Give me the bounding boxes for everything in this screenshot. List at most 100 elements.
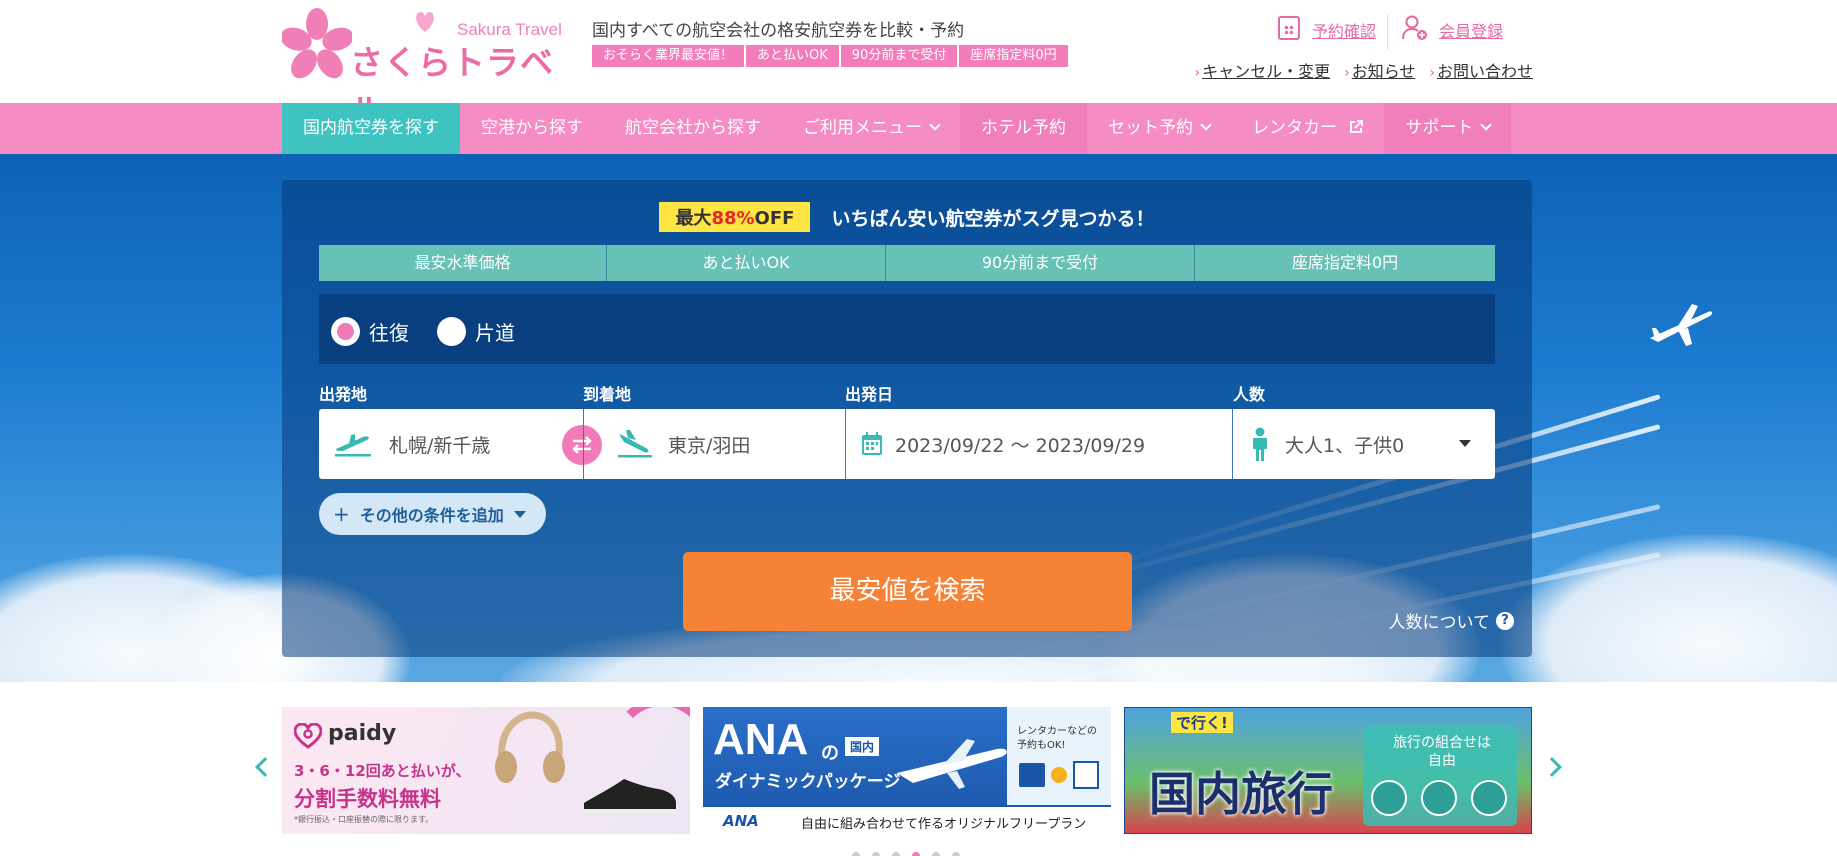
badge-90min: 90分前まで受付: [840, 45, 958, 67]
feature-90min: 90分前まで受付: [886, 245, 1195, 281]
discount-percent: 88%: [711, 208, 755, 229]
add-conditions-button[interactable]: + その他の条件を追加: [319, 493, 546, 535]
carousel-dot[interactable]: [932, 852, 940, 856]
roundtrip-radio[interactable]: 往復: [331, 316, 409, 346]
passengers-label: 人数: [1233, 385, 1266, 404]
passengers-info-link[interactable]: 人数について ?: [1388, 608, 1514, 633]
contact-link[interactable]: › お問い合わせ: [1429, 58, 1533, 82]
member-register-link[interactable]: 会員登録: [1397, 15, 1503, 42]
discount-badge: 最大88%OFF: [659, 202, 811, 232]
paidy-logo-icon: [294, 723, 322, 749]
nav-label: 空港から探す: [481, 118, 583, 138]
destination-field[interactable]: 東京/羽田: [616, 409, 846, 479]
swap-button[interactable]: [562, 425, 602, 465]
search-features: 最安水準価格 あと払いOK 90分前まで受付 座席指定料0円: [319, 245, 1495, 281]
nav-label: サポート: [1405, 118, 1474, 138]
oneway-label: 片道: [475, 320, 515, 345]
carousel-dot[interactable]: [852, 852, 860, 856]
sakura-flower-icon: [282, 8, 352, 79]
passengers-value: 大人1、子供0: [1285, 434, 1405, 457]
nav-label: 航空会社から探す: [625, 118, 761, 138]
ana-title: ANA: [713, 715, 809, 764]
ana-side-text: レンタカーなどの予約もOK!: [1017, 726, 1097, 751]
badge-seat-free: 座席指定料0円: [959, 45, 1068, 67]
carousel-next-button[interactable]: [1542, 757, 1562, 777]
carousel-dots: [852, 852, 972, 856]
radio-selected-icon: [331, 316, 360, 346]
help-icon: ?: [1496, 611, 1514, 630]
nav-by-airport[interactable]: 空港から探す: [460, 103, 604, 154]
destination-label: 到着地: [583, 385, 632, 404]
search-fields: 札幌/新千歳 東京/羽田 2023/09/22 〜 2023/09/29 大人1…: [319, 409, 1495, 479]
nav-set-booking[interactable]: セット予約: [1087, 103, 1231, 154]
discount-suffix: OFF: [754, 208, 795, 229]
main-nav: 国内航空券を探す 空港から探す 航空会社から探す ご利用メニュー ホテル予約 セ…: [0, 103, 1837, 154]
trip-type-selector: 往復 片道: [319, 294, 1495, 364]
landing-icon: [618, 430, 652, 458]
paidy-banner[interactable]: paidy 3・6・12回あと払いが、 分割手数料無料 *銀行振込・口座振替の際…: [282, 707, 690, 834]
ana-package: ダイナミックパッケージ: [715, 772, 901, 792]
nav-usage-menu[interactable]: ご利用メニュー: [782, 103, 960, 154]
promo-carousel: paidy 3・6・12回あと払いが、 分割手数料無料 *銀行振込・口座振替の際…: [282, 707, 1532, 834]
swap-arrows-icon: [572, 436, 592, 454]
small-petal-icon: [416, 12, 434, 32]
field-divider: [845, 409, 846, 479]
date-label: 出発日: [845, 385, 894, 404]
cancel-change-label: キャンセル・変更: [1202, 62, 1331, 81]
domestic-travel-banner[interactable]: で行く! 国内旅行 旅行の組合せは自由: [1124, 707, 1532, 834]
badge-paylater: あと払いOK: [746, 45, 839, 67]
reservation-check-link[interactable]: 予約確認: [1278, 16, 1377, 42]
discount-prefix: 最大: [675, 208, 712, 229]
nav-label: ご利用メニュー: [803, 118, 922, 138]
ana-banner[interactable]: ANA の 国内 ダイナミックパッケージ レンタカーなどの予約もOK! ANA …: [703, 707, 1111, 834]
passengers-info-label: 人数について: [1388, 613, 1491, 633]
nav-domestic-flights[interactable]: 国内航空券を探す: [282, 103, 460, 154]
dropdown-caret-icon: [1459, 440, 1471, 447]
badge-cheapest: おそらく業界最安値！: [592, 45, 745, 67]
hotel-icon: [1073, 761, 1099, 789]
nav-support[interactable]: サポート: [1384, 103, 1512, 154]
site-header: Sakura Travel さくらトラベル 国内すべての航空会社の格安航空券を比…: [0, 0, 1837, 130]
airplane-icon: [897, 739, 1007, 789]
date-field[interactable]: 2023/09/22 〜 2023/09/29: [861, 409, 1241, 479]
hotel-circle-icon: [1421, 780, 1457, 816]
headphones-icon: [495, 711, 565, 783]
carousel-dot[interactable]: [952, 852, 960, 856]
oneway-radio[interactable]: 片道: [437, 316, 515, 346]
origin-field[interactable]: 札幌/新千歳: [333, 409, 563, 479]
radio-unselected-icon: [437, 316, 466, 346]
header-divider: [1387, 14, 1388, 50]
hero-section: 最大88%OFF いちばん安い航空券がスグ見つかる！ 最安水準価格 あと払いOK…: [0, 154, 1837, 682]
paidy-line1: 3・6・12回あと払いが、: [294, 762, 471, 780]
field-divider: [1232, 409, 1233, 479]
ana-domestic-badge: 国内: [845, 737, 880, 756]
ana-footer-brand: ANA: [723, 812, 759, 830]
nav-label: 国内航空券を探す: [303, 118, 439, 138]
nav-rental-car[interactable]: レンタカー: [1231, 103, 1384, 154]
header-sub-links: › キャンセル・変更 › お知らせ › お問い合わせ: [1180, 58, 1533, 82]
feature-badges: おそらく業界最安値！ あと払いOK 90分前まで受付 座席指定料0円: [592, 45, 1070, 67]
carousel-dot[interactable]: [892, 852, 900, 856]
news-link[interactable]: › お知らせ: [1344, 58, 1415, 82]
external-link-icon: [1350, 120, 1364, 133]
roundtrip-label: 往復: [369, 320, 409, 345]
reservation-check-label: 予約確認: [1312, 22, 1377, 41]
site-logo[interactable]: Sakura Travel さくらトラベル: [282, 8, 572, 130]
nav-label: ホテル予約: [981, 118, 1066, 138]
passengers-field[interactable]: 大人1、子供0: [1249, 409, 1489, 479]
news-label: お知らせ: [1351, 62, 1416, 81]
cancel-change-link[interactable]: › キャンセル・変更: [1194, 58, 1330, 82]
carousel-dot-active[interactable]: [912, 852, 920, 856]
person-icon: [1253, 427, 1267, 461]
carousel-dot[interactable]: [872, 852, 880, 856]
carousel-prev-button[interactable]: [255, 757, 275, 777]
paidy-line2: 分割手数料無料: [294, 787, 441, 811]
nav-hotel[interactable]: ホテル予約: [960, 103, 1087, 154]
travel-head: で行く!: [1171, 712, 1233, 733]
calendar-icon: [1278, 16, 1300, 40]
travel-title: 国内旅行: [1149, 767, 1333, 821]
promo-banner: 最大88%OFF いちばん安い航空券がスグ見つかる！: [282, 202, 1532, 232]
nav-by-airline[interactable]: 航空会社から探す: [604, 103, 782, 154]
search-button[interactable]: 最安値を検索: [683, 552, 1132, 631]
feature-cheapest: 最安水準価格: [319, 245, 607, 281]
